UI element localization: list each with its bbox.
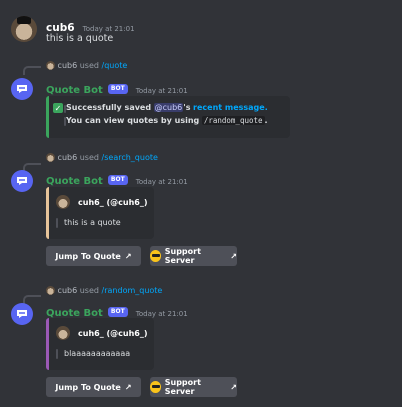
embed-author: cuh6_ (@cuh6_)	[78, 329, 148, 338]
timestamp: Today at 21:01	[135, 178, 188, 186]
reply-used: used	[79, 286, 99, 295]
reply-command[interactable]: /random_quote	[102, 286, 163, 295]
external-link-icon: ↗	[230, 382, 237, 392]
reply-connector	[23, 66, 41, 75]
support-server-button[interactable]: Support Server ↗	[150, 246, 237, 266]
external-link-icon: ↗	[230, 251, 237, 261]
button-label: Jump To Quote	[55, 382, 121, 392]
user-avatar[interactable]	[11, 16, 37, 42]
command-reply[interactable]: cub6 used /quote	[46, 61, 127, 70]
reply-command[interactable]: /search_quote	[102, 153, 158, 162]
sunglasses-emoji-icon	[150, 250, 161, 262]
recent-message-link[interactable]: recent message.	[193, 103, 268, 112]
bot-badge: BOT	[107, 83, 128, 94]
author-avatar	[56, 195, 70, 209]
button-label: Jump To Quote	[55, 251, 121, 261]
reply-command[interactable]: /quote	[102, 61, 128, 70]
jump-to-quote-button[interactable]: Jump To Quote ↗	[46, 246, 141, 266]
bot-avatar-icon[interactable]	[11, 170, 33, 192]
bot-badge: BOT	[107, 174, 128, 185]
embed-text: .	[264, 116, 268, 125]
mention[interactable]: @cub6	[153, 103, 184, 112]
timestamp: Today at 21:01	[135, 310, 188, 318]
quote-embed: cuh6_ (@cuh6_) this is a quote	[46, 187, 154, 239]
reply-user: cub6	[57, 61, 78, 70]
support-server-button[interactable]: Support Server ↗	[150, 377, 237, 397]
bot-avatar-icon[interactable]	[11, 78, 33, 100]
embed-text: Successfully saved	[66, 103, 152, 112]
bot-name[interactable]: Quote Bot	[46, 176, 103, 187]
quote-text: blaaaaaaaaaaaa	[64, 349, 131, 358]
embed-text: You can view quotes by using	[66, 116, 200, 125]
bot-avatar-icon[interactable]	[11, 303, 33, 325]
embed-text: 's	[183, 103, 191, 112]
embed-line-2: You can view quotes by using /random_quo…	[64, 116, 268, 126]
timestamp: Today at 21:01	[82, 25, 135, 33]
embed-line-1: ✓ Successfully saved @cub6's recent mess…	[53, 103, 268, 113]
bot-badge: BOT	[107, 306, 128, 317]
command-code: /random_quote	[201, 116, 265, 125]
embed-author: cuh6_ (@cuh6_)	[78, 198, 148, 207]
reply-user: cub6	[57, 286, 78, 295]
external-link-icon: ↗	[124, 251, 132, 261]
button-label: Support Server	[164, 247, 201, 265]
timestamp: Today at 21:01	[135, 87, 188, 95]
reply-user: cub6	[57, 153, 78, 162]
bot-header: Quote Bot BOT Today at 21:01	[46, 169, 188, 188]
bot-header: Quote Bot BOT Today at 21:01	[46, 78, 188, 97]
button-label: Support Server	[164, 378, 201, 396]
quote-text: this is a quote	[64, 218, 121, 227]
mini-avatar	[46, 286, 55, 295]
mini-avatar	[46, 61, 55, 70]
sunglasses-emoji-icon	[150, 381, 161, 393]
reply-used: used	[79, 153, 99, 162]
reply-used: used	[79, 61, 99, 70]
jump-to-quote-button[interactable]: Jump To Quote ↗	[46, 377, 141, 397]
author-avatar	[56, 326, 70, 340]
check-icon: ✓	[53, 103, 63, 113]
external-link-icon: ↗	[124, 382, 132, 392]
mini-avatar	[46, 153, 55, 162]
message-text: this is a quote	[46, 33, 114, 44]
bot-name[interactable]: Quote Bot	[46, 85, 103, 96]
success-embed: ✓ Successfully saved @cub6's recent mess…	[46, 96, 290, 138]
command-reply[interactable]: cub6 used /random_quote	[46, 286, 162, 295]
quote-embed: cuh6_ (@cuh6_) blaaaaaaaaaaaa	[46, 318, 154, 370]
command-reply[interactable]: cub6 used /search_quote	[46, 153, 158, 162]
